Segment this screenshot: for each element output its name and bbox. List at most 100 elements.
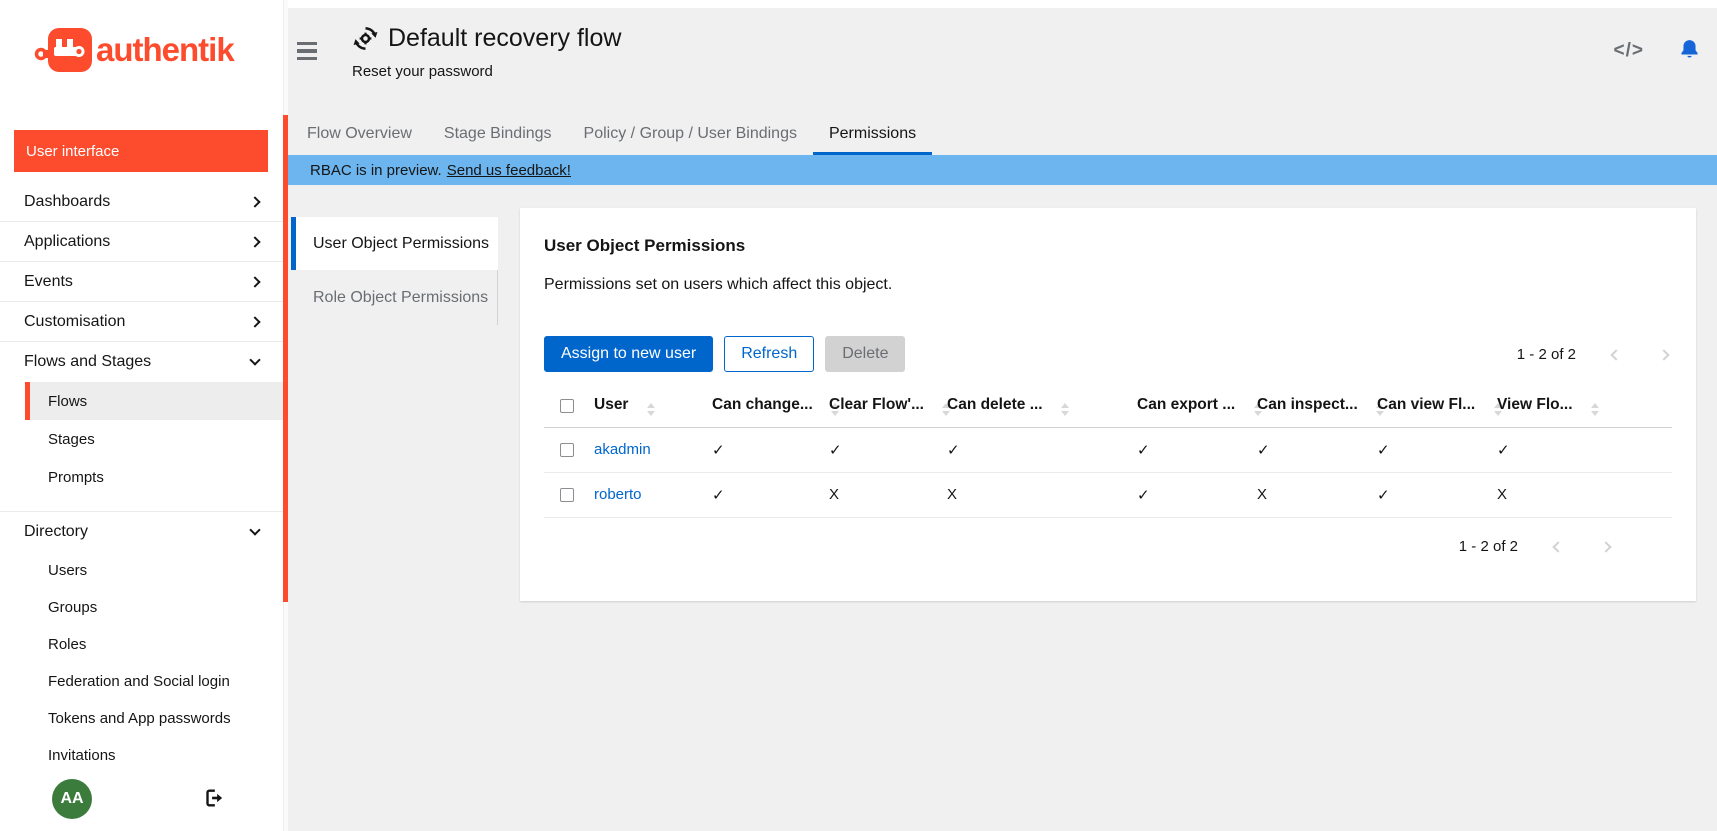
user-link[interactable]: roberto <box>594 486 642 503</box>
menu-icon <box>297 42 317 45</box>
select-all-checkbox[interactable] <box>560 399 574 413</box>
column-header-clear-flow[interactable]: Clear Flow'... <box>821 386 939 427</box>
permission-value: ✓ <box>821 427 939 472</box>
tab-stage-bindings[interactable]: Stage Bindings <box>428 112 568 155</box>
chevron-left-icon <box>1610 349 1621 360</box>
rbac-preview-banner: RBAC is in preview. Send us feedback! <box>288 155 1717 185</box>
tab-flow-overview[interactable]: Flow Overview <box>291 112 428 155</box>
pagination-label: 1 - 2 of 2 <box>1517 346 1576 363</box>
sidebar-item-customisation[interactable]: Customisation <box>0 302 283 342</box>
flow-icon <box>352 25 379 52</box>
permission-value: ✓ <box>1369 472 1489 517</box>
sort-icon <box>1591 403 1599 416</box>
chevron-left-icon <box>1552 541 1563 552</box>
sidebar-item-directory[interactable]: Directory <box>0 512 283 552</box>
subtab-user-object-permissions[interactable]: User Object Permissions <box>291 217 498 270</box>
avatar[interactable]: AA <box>52 779 92 819</box>
pagination-label: 1 - 2 of 2 <box>1459 538 1518 555</box>
card-heading: User Object Permissions <box>544 236 1672 256</box>
authentik-logo: authentik <box>34 26 234 74</box>
sidebar-user-row: AA <box>0 777 288 821</box>
table-header-row: User Can change... Clear Flow'... Can de… <box>544 386 1672 427</box>
pagination-next-button[interactable] <box>1656 347 1672 362</box>
row-checkbox[interactable] <box>560 488 574 502</box>
chevron-right-icon <box>249 316 260 327</box>
chevron-down-icon <box>249 354 260 365</box>
permission-value: X <box>821 472 939 517</box>
sidebar-toggle-button[interactable] <box>295 41 321 61</box>
sort-icon <box>647 403 655 416</box>
table-row: akadmin ✓ ✓ ✓ ✓ ✓ ✓ ✓ <box>544 427 1672 472</box>
menu-icon <box>297 57 317 60</box>
sidebar-item-roles[interactable]: Roles <box>0 626 283 663</box>
column-header-can-view[interactable]: Can view Fl... <box>1369 386 1489 427</box>
assign-to-new-user-button[interactable]: Assign to new user <box>544 336 713 372</box>
chevron-right-icon <box>249 236 260 247</box>
feedback-link[interactable]: Send us feedback! <box>447 162 571 179</box>
chevron-right-icon <box>1658 349 1669 360</box>
api-browser-button[interactable]: </> <box>1614 40 1644 62</box>
page-header: Default recovery flow Reset your passwor… <box>352 24 621 80</box>
pagination-bottom: 1 - 2 of 2 <box>1459 538 1614 555</box>
tab-policy-group-user-bindings[interactable]: Policy / Group / User Bindings <box>568 112 813 155</box>
user-link[interactable]: akadmin <box>594 441 651 458</box>
permission-value: ✓ <box>1249 427 1369 472</box>
brand-name: authentik <box>96 31 234 69</box>
sidebar-item-tokens[interactable]: Tokens and App passwords <box>0 700 283 737</box>
sidebar-item-user-interface[interactable]: User interface <box>14 130 268 172</box>
permission-value: ✓ <box>704 427 821 472</box>
permission-value: ✓ <box>1129 472 1249 517</box>
chevron-right-icon <box>249 276 260 287</box>
permission-subtabs: User Object Permissions Role Object Perm… <box>291 217 498 325</box>
permission-value: X <box>939 472 1129 517</box>
banner-text: RBAC is in preview. <box>310 162 442 179</box>
sidebar-item-events[interactable]: Events <box>0 262 283 302</box>
page-title: Default recovery flow <box>388 24 621 53</box>
logout-button[interactable] <box>202 787 224 812</box>
permission-value: ✓ <box>704 472 821 517</box>
sidebar-item-stages[interactable]: Stages <box>0 420 283 458</box>
notifications-button[interactable] <box>1678 38 1701 64</box>
tab-permissions[interactable]: Permissions <box>813 112 932 155</box>
sidebar-item-flows[interactable]: Flows <box>25 382 283 420</box>
permission-value: ✓ <box>1369 427 1489 472</box>
permission-value: X <box>1489 472 1672 517</box>
pagination-prev-button[interactable] <box>1550 539 1566 554</box>
main-content: Default recovery flow Reset your passwor… <box>288 0 1717 831</box>
subtab-role-object-permissions[interactable]: Role Object Permissions <box>291 270 498 325</box>
pagination-next-button[interactable] <box>1598 539 1614 554</box>
sidebar-item-users[interactable]: Users <box>0 552 283 589</box>
row-checkbox[interactable] <box>560 443 574 457</box>
table-toolbar: Assign to new user Refresh Delete 1 - 2 … <box>544 336 1672 372</box>
permission-value: ✓ <box>939 427 1129 472</box>
menu-icon <box>297 49 317 52</box>
chevron-right-icon <box>249 196 260 207</box>
sidebar-item-invitations[interactable]: Invitations <box>0 737 283 774</box>
bell-icon <box>1678 38 1701 61</box>
column-header-can-export[interactable]: Can export ... <box>1129 386 1249 427</box>
permission-value: X <box>1249 472 1369 517</box>
permissions-table: User Can change... Clear Flow'... Can de… <box>544 386 1672 518</box>
page-subtitle: Reset your password <box>352 63 621 80</box>
tab-bar: Flow Overview Stage Bindings Policy / Gr… <box>291 112 932 155</box>
column-header-can-inspect[interactable]: Can inspect... <box>1249 386 1369 427</box>
sidebar-scrollbar-thumb[interactable] <box>283 115 288 602</box>
column-header-can-delete[interactable]: Can delete ... <box>939 386 1129 427</box>
sidebar-item-dashboards[interactable]: Dashboards <box>0 182 283 222</box>
sidebar-item-groups[interactable]: Groups <box>0 589 283 626</box>
column-header-user[interactable]: User <box>586 386 704 427</box>
sign-out-icon <box>202 787 224 809</box>
sidebar-item-federation[interactable]: Federation and Social login <box>0 663 283 700</box>
delete-button[interactable]: Delete <box>825 336 905 372</box>
sidebar-item-applications[interactable]: Applications <box>0 222 283 262</box>
column-header-can-change[interactable]: Can change... <box>704 386 821 427</box>
code-icon: </> <box>1614 40 1644 61</box>
refresh-button[interactable]: Refresh <box>724 336 814 372</box>
sidebar-nav: Dashboards Applications Events Customisa… <box>0 182 283 774</box>
sidebar-item-prompts[interactable]: Prompts <box>0 458 283 496</box>
column-header-view-flow[interactable]: View Flo... <box>1489 386 1672 427</box>
pagination-prev-button[interactable] <box>1608 347 1624 362</box>
card-description: Permissions set on users which affect th… <box>544 276 1672 294</box>
header-actions: </> <box>1614 38 1701 64</box>
sidebar-item-flows-and-stages[interactable]: Flows and Stages <box>0 342 283 382</box>
